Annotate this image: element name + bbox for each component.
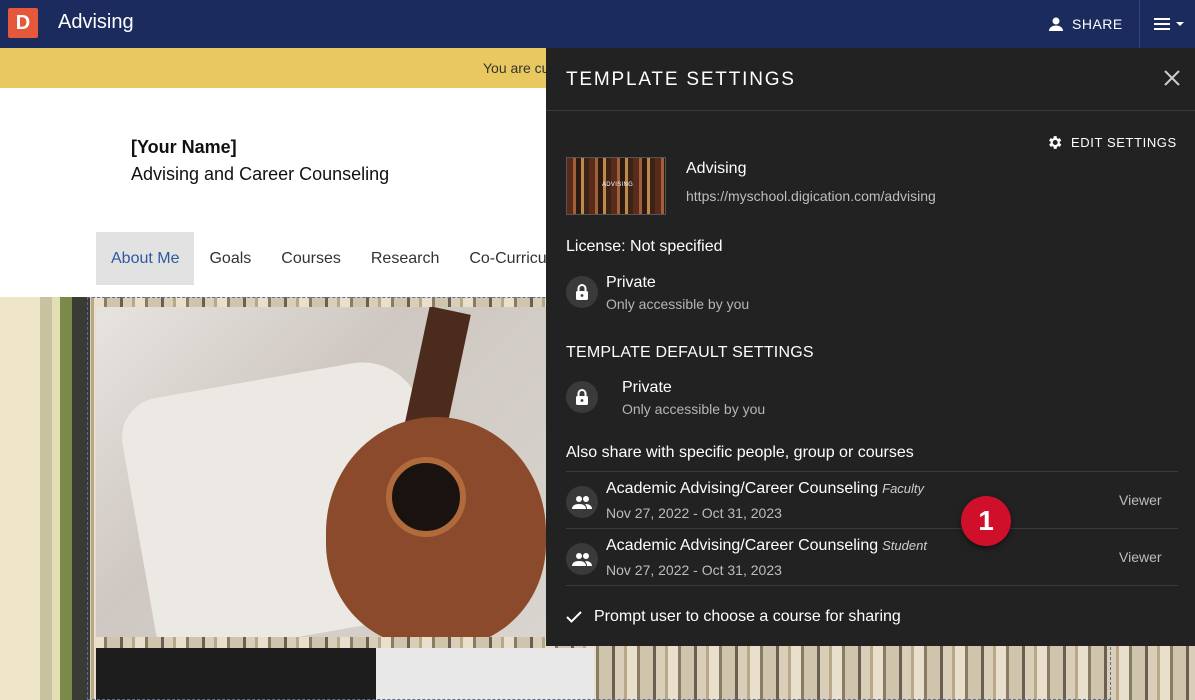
share-list-item[interactable]: Academic Advising/Career Counseling Facul… [566, 472, 1178, 528]
share-item-dates: Nov 27, 2022 - Oct 31, 2023 [606, 505, 782, 521]
second-photo [96, 648, 594, 700]
panel-header-divider [546, 110, 1195, 111]
default-settings-heading: TEMPLATE DEFAULT SETTINGS [566, 344, 814, 361]
privacy-status: Private Only accessible by you [566, 274, 750, 312]
share-item-role: Faculty [882, 481, 925, 496]
template-url[interactable]: https://myschool.digication.com/advising [686, 188, 936, 204]
group-icon [566, 486, 598, 518]
license-label: License: Not specified [566, 238, 723, 255]
lock-icon [566, 276, 598, 308]
share-item-title: Academic Advising/Career Counseling Facul… [606, 480, 924, 498]
guitar-photo [96, 307, 546, 637]
nav-item-goals[interactable]: Goals [194, 232, 266, 285]
step-callout-badge: 1 [961, 496, 1011, 546]
nav-item-research[interactable]: Research [356, 232, 454, 285]
digication-logo[interactable]: D [8, 8, 38, 38]
app-title: Advising [58, 11, 134, 33]
privacy-subtitle: Only accessible by you [606, 296, 750, 312]
portfolio-subtitle: Advising and Career Counseling [131, 164, 390, 184]
edit-settings-button[interactable]: EDIT SETTINGS [1046, 132, 1177, 152]
share-item-title: Academic Advising/Career Counseling Stude… [606, 537, 927, 555]
prompt-course-option[interactable]: Prompt user to choose a course for shari… [566, 606, 901, 628]
panel-title: TEMPLATE SETTINGS [566, 69, 796, 90]
share-label: SHARE [1072, 16, 1123, 32]
lock-icon [566, 381, 598, 413]
topbar-divider [1139, 0, 1140, 48]
share-list-item[interactable]: Academic Advising/Career Counseling Stude… [566, 529, 1178, 585]
permission-select[interactable]: Viewer [1119, 492, 1162, 508]
banner-text: You are cu [483, 60, 550, 76]
edit-settings-label: EDIT SETTINGS [1071, 134, 1177, 150]
default-privacy-status: Private Only accessible by you [566, 379, 766, 417]
default-privacy-subtitle: Only accessible by you [622, 401, 766, 417]
share-item-role: Student [882, 538, 927, 553]
book-spines-image [0, 297, 90, 700]
permission-select[interactable]: Viewer [1119, 549, 1162, 565]
portfolio-owner-name: [Your Name] [131, 137, 237, 157]
list-divider [566, 585, 1178, 586]
checkmark-icon [566, 611, 582, 623]
caret-down-icon [1176, 22, 1184, 26]
nav-item-about-me[interactable]: About Me [96, 232, 195, 285]
share-item-dates: Nov 27, 2022 - Oct 31, 2023 [606, 562, 782, 578]
close-icon [1164, 70, 1180, 86]
top-bar: D Advising SHARE [0, 0, 1195, 48]
thumbnail-label: ADVISING [602, 182, 634, 188]
main-menu-button[interactable] [1154, 15, 1188, 33]
guitar-soundhole-shape [386, 457, 466, 537]
privacy-title: Private [606, 274, 656, 291]
share-item-name: Academic Advising/Career Counseling [606, 480, 879, 497]
share-item-name: Academic Advising/Career Counseling [606, 537, 879, 554]
portfolio-nav: About Me Goals Courses Research Co-Curri… [96, 232, 562, 285]
close-panel-button[interactable] [1162, 68, 1182, 88]
group-icon [566, 543, 598, 575]
prompt-label: Prompt user to choose a course for shari… [594, 608, 901, 625]
hamburger-icon [1154, 18, 1170, 30]
share-button[interactable]: SHARE [1048, 13, 1123, 35]
template-settings-panel: TEMPLATE SETTINGS EDIT SETTINGS ADVISING… [546, 48, 1195, 646]
template-name: Advising [686, 160, 747, 177]
template-thumbnail: ADVISING [566, 157, 666, 215]
default-privacy-title: Private [622, 379, 672, 396]
person-icon [1049, 17, 1063, 31]
gear-icon [1049, 135, 1062, 149]
nav-item-courses[interactable]: Courses [266, 232, 356, 285]
also-share-heading: Also share with specific people, group o… [566, 444, 914, 461]
